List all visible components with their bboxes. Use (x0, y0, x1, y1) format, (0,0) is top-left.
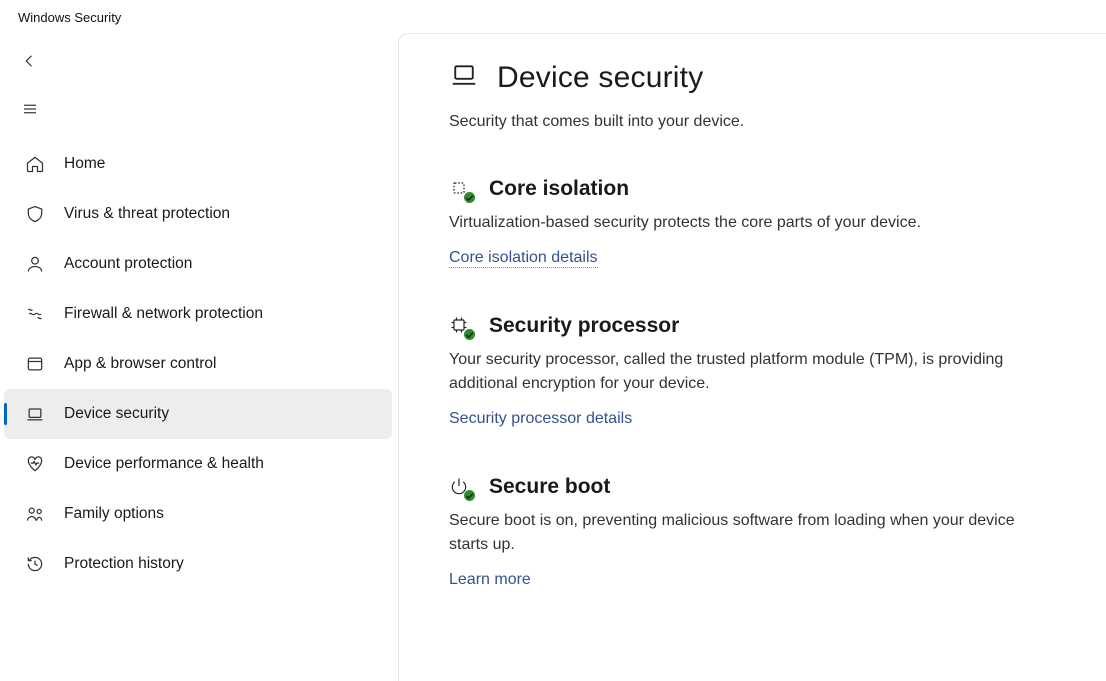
checkmark-icon (464, 192, 475, 203)
home-icon (24, 153, 46, 175)
menu-button[interactable] (8, 89, 52, 131)
section-title: Core isolation (489, 177, 629, 201)
sidebar-item-label: Protection history (64, 555, 184, 573)
sidebar-item-home[interactable]: Home (4, 139, 392, 189)
sidebar-item-label: App & browser control (64, 355, 217, 373)
section-secure-boot: Secure boot Secure boot is on, preventin… (449, 475, 1056, 590)
sidebar-item-label: Firewall & network protection (64, 305, 263, 323)
sidebar-item-label: Device security (64, 405, 169, 423)
section-title: Security processor (489, 314, 679, 338)
page-title: Device security (497, 61, 703, 95)
section-description: Secure boot is on, preventing malicious … (449, 509, 1056, 557)
sidebar-item-virus[interactable]: Virus & threat protection (4, 189, 392, 239)
sidebar-item-label: Account protection (64, 255, 192, 273)
sidebar-item-performance[interactable]: Device performance & health (4, 439, 392, 489)
sidebar-item-account[interactable]: Account protection (4, 239, 392, 289)
network-icon (24, 303, 46, 325)
sidebar-item-label: Virus & threat protection (64, 205, 230, 223)
page-subtitle: Security that comes built into your devi… (449, 113, 1056, 131)
section-core-isolation: Core isolation Virtualization-based secu… (449, 177, 1056, 268)
security-processor-details-link[interactable]: Security processor details (449, 410, 632, 429)
health-icon (24, 453, 46, 475)
page-header: Device security (449, 60, 1056, 95)
core-isolation-details-link[interactable]: Core isolation details (449, 249, 598, 268)
sidebar-item-family[interactable]: Family options (4, 489, 392, 539)
main-panel: Device security Security that comes buil… (398, 33, 1106, 681)
laptop-icon (449, 60, 479, 95)
section-title: Secure boot (489, 475, 610, 499)
window-title: Windows Security (0, 0, 1106, 33)
history-icon (24, 553, 46, 575)
nav-list: Home Virus & threat protection Account p… (0, 139, 398, 589)
back-button[interactable] (8, 41, 52, 83)
shield-icon (24, 203, 46, 225)
sidebar: Home Virus & threat protection Account p… (0, 33, 398, 681)
sidebar-item-history[interactable]: Protection history (4, 539, 392, 589)
person-icon (24, 253, 46, 275)
family-icon (24, 503, 46, 525)
hamburger-icon (21, 100, 39, 121)
checkmark-icon (464, 329, 475, 340)
sidebar-item-label: Home (64, 155, 105, 173)
sidebar-item-app-browser[interactable]: App & browser control (4, 339, 392, 389)
arrow-left-icon (21, 52, 39, 73)
sidebar-item-device-security[interactable]: Device security (4, 389, 392, 439)
chip-dotted-icon (449, 178, 471, 200)
app-icon (24, 353, 46, 375)
checkmark-icon (464, 490, 475, 501)
section-description: Your security processor, called the trus… (449, 348, 1056, 396)
sidebar-item-label: Device performance & health (64, 455, 264, 473)
section-description: Virtualization-based security protects t… (449, 211, 1056, 235)
sidebar-item-firewall[interactable]: Firewall & network protection (4, 289, 392, 339)
sidebar-item-label: Family options (64, 505, 164, 523)
laptop-icon (24, 403, 46, 425)
power-icon (449, 476, 471, 498)
chip-icon (449, 315, 471, 337)
secure-boot-learn-more-link[interactable]: Learn more (449, 571, 531, 590)
section-security-processor: Security processor Your security process… (449, 314, 1056, 429)
